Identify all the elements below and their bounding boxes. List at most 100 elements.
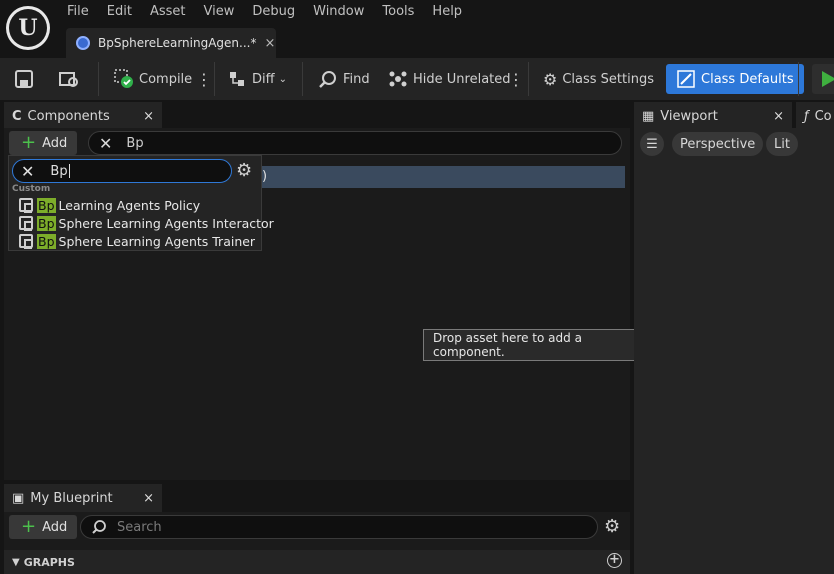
viewport-menu-button[interactable]: ☰ bbox=[640, 132, 664, 156]
menu-view[interactable]: View bbox=[195, 0, 244, 24]
chevron-down-icon: ⌄ bbox=[278, 73, 287, 85]
close-tab-icon[interactable]: × bbox=[264, 36, 275, 51]
book-icon: ▣ bbox=[12, 490, 25, 506]
selected-component-row[interactable]: ) bbox=[262, 166, 625, 188]
dropdown-item[interactable]: Bp Sphere Learning Agents Interactor bbox=[19, 214, 274, 232]
hide-unrelated-button[interactable]: Hide Unrelated bbox=[388, 64, 511, 94]
function-icon: ƒ bbox=[804, 108, 809, 124]
my-blueprint-tab[interactable]: ▣ My Blueprint × bbox=[4, 484, 162, 512]
viewport-icon: ▦ bbox=[642, 108, 655, 124]
class-defaults-icon bbox=[677, 70, 695, 88]
class-icon bbox=[19, 216, 33, 231]
toolbar-divider bbox=[214, 62, 215, 96]
dropdown-item-label: Learning Agents Policy bbox=[58, 197, 201, 213]
gear-icon[interactable]: ⚙ bbox=[604, 516, 620, 537]
viewport-panel bbox=[634, 128, 834, 574]
graphs-label: GRAPHS bbox=[23, 555, 75, 569]
dropdown-search-value: Bp bbox=[50, 163, 68, 179]
toolbar-divider bbox=[98, 62, 99, 96]
diff-button[interactable]: Diff ⌄ bbox=[228, 64, 287, 94]
menu-tools[interactable]: Tools bbox=[373, 0, 423, 24]
plus-icon: + bbox=[21, 132, 37, 153]
menu-bar: U File Edit Asset View Debug Window Tool… bbox=[0, 0, 834, 58]
my-blueprint-search-input[interactable]: Search bbox=[80, 515, 598, 539]
class-defaults-button[interactable]: Class Defaults bbox=[666, 64, 804, 94]
collapse-arrow-icon: ▼ bbox=[12, 556, 20, 568]
more-options-icon: ⋮ bbox=[196, 69, 212, 89]
dropdown-item-label: Sphere Learning Agents Trainer bbox=[58, 233, 256, 249]
unreal-logo-icon[interactable]: U bbox=[6, 6, 50, 50]
dropdown-item[interactable]: Bp Sphere Learning Agents Trainer bbox=[19, 232, 255, 250]
toolbar-divider bbox=[528, 62, 529, 96]
hide-unrelated-options-button[interactable]: ⋮ bbox=[508, 64, 524, 94]
find-button[interactable]: Find bbox=[318, 64, 370, 94]
components-icon: C bbox=[12, 108, 22, 124]
search-icon bbox=[92, 520, 106, 534]
find-label: Find bbox=[343, 71, 370, 87]
close-my-blueprint-icon[interactable]: × bbox=[143, 491, 154, 506]
more-options-icon: ⋮ bbox=[508, 69, 524, 89]
toolbar-divider bbox=[302, 62, 303, 96]
compile-button[interactable]: Compile bbox=[114, 64, 192, 94]
hide-unrelated-label: Hide Unrelated bbox=[413, 71, 511, 87]
text-caret bbox=[68, 164, 70, 178]
dropdown-item[interactable]: Bp Learning Agents Policy bbox=[19, 196, 200, 214]
components-search-value: Bp bbox=[126, 135, 144, 151]
selected-component-text: ) bbox=[262, 169, 268, 184]
components-add-button[interactable]: + Add bbox=[9, 131, 78, 155]
components-search-input[interactable]: ✕ Bp bbox=[88, 131, 622, 155]
menu-debug[interactable]: Debug bbox=[243, 0, 304, 24]
class-settings-label: Class Settings bbox=[562, 71, 654, 87]
toolbar: Compile ⋮ Diff ⌄ Find Hide Unrelated ⋮ ⚙… bbox=[0, 58, 834, 100]
hide-unrelated-icon bbox=[389, 71, 407, 87]
plus-icon: + bbox=[21, 516, 37, 537]
close-components-icon[interactable]: × bbox=[143, 109, 154, 124]
match-highlight: Bp bbox=[37, 215, 56, 231]
play-button[interactable] bbox=[812, 64, 834, 94]
gear-icon[interactable]: ⚙ bbox=[236, 160, 252, 181]
compile-label: Compile bbox=[139, 71, 193, 87]
perspective-button[interactable]: Perspective bbox=[672, 132, 764, 156]
compile-status-icon bbox=[114, 69, 133, 88]
compile-options-button[interactable]: ⋮ bbox=[196, 64, 212, 94]
diff-icon bbox=[230, 72, 244, 86]
blueprint-icon bbox=[76, 36, 90, 50]
save-icon bbox=[15, 70, 33, 88]
components-add-label: Add bbox=[42, 135, 68, 151]
document-tab[interactable]: BpSphereLearningAgen...* × bbox=[66, 28, 276, 58]
diff-label: Diff bbox=[252, 71, 275, 87]
dropdown-category: Custom bbox=[12, 184, 51, 194]
viewport-tab[interactable]: ▦ Viewport × bbox=[634, 102, 792, 130]
search-placeholder: Search bbox=[117, 519, 162, 535]
lit-button[interactable]: Lit bbox=[766, 132, 798, 156]
dropdown-item-label: Sphere Learning Agents Interactor bbox=[58, 215, 274, 231]
menu-window[interactable]: Window bbox=[304, 0, 373, 24]
components-tab[interactable]: C Components × bbox=[4, 102, 162, 130]
my-blueprint-tab-label: My Blueprint bbox=[30, 490, 113, 506]
clear-search-icon[interactable]: ✕ bbox=[21, 162, 34, 181]
document-tab-title: BpSphereLearningAgen...* bbox=[98, 36, 257, 50]
menu-asset[interactable]: Asset bbox=[141, 0, 195, 24]
save-button[interactable] bbox=[14, 64, 34, 94]
construction-script-tab-label: Co bbox=[814, 108, 832, 124]
main-menu: File Edit Asset View Debug Window Tools … bbox=[58, 0, 471, 24]
class-defaults-label: Class Defaults bbox=[701, 71, 794, 87]
my-blueprint-add-label: Add bbox=[42, 519, 68, 535]
dropdown-search-input[interactable]: ✕ Bp bbox=[12, 159, 232, 183]
clear-search-icon[interactable]: ✕ bbox=[99, 134, 112, 153]
menu-help[interactable]: Help bbox=[423, 0, 471, 24]
class-settings-button[interactable]: ⚙ Class Settings bbox=[543, 64, 654, 94]
menu-file[interactable]: File bbox=[58, 0, 98, 24]
hamburger-icon: ☰ bbox=[646, 136, 658, 152]
menu-edit[interactable]: Edit bbox=[98, 0, 141, 24]
graphs-section-header[interactable]: ▼ GRAPHS + bbox=[4, 550, 630, 574]
class-icon bbox=[19, 234, 33, 249]
gear-icon: ⚙ bbox=[543, 69, 558, 89]
browse-button[interactable] bbox=[58, 64, 80, 94]
close-viewport-icon[interactable]: × bbox=[773, 109, 784, 124]
add-graph-icon[interactable]: + bbox=[607, 553, 622, 568]
viewport-tab-label: Viewport bbox=[660, 108, 718, 124]
toolbar-divider bbox=[798, 62, 799, 96]
construction-script-tab[interactable]: ƒ Co bbox=[796, 102, 834, 130]
my-blueprint-add-button[interactable]: + Add bbox=[9, 515, 78, 539]
